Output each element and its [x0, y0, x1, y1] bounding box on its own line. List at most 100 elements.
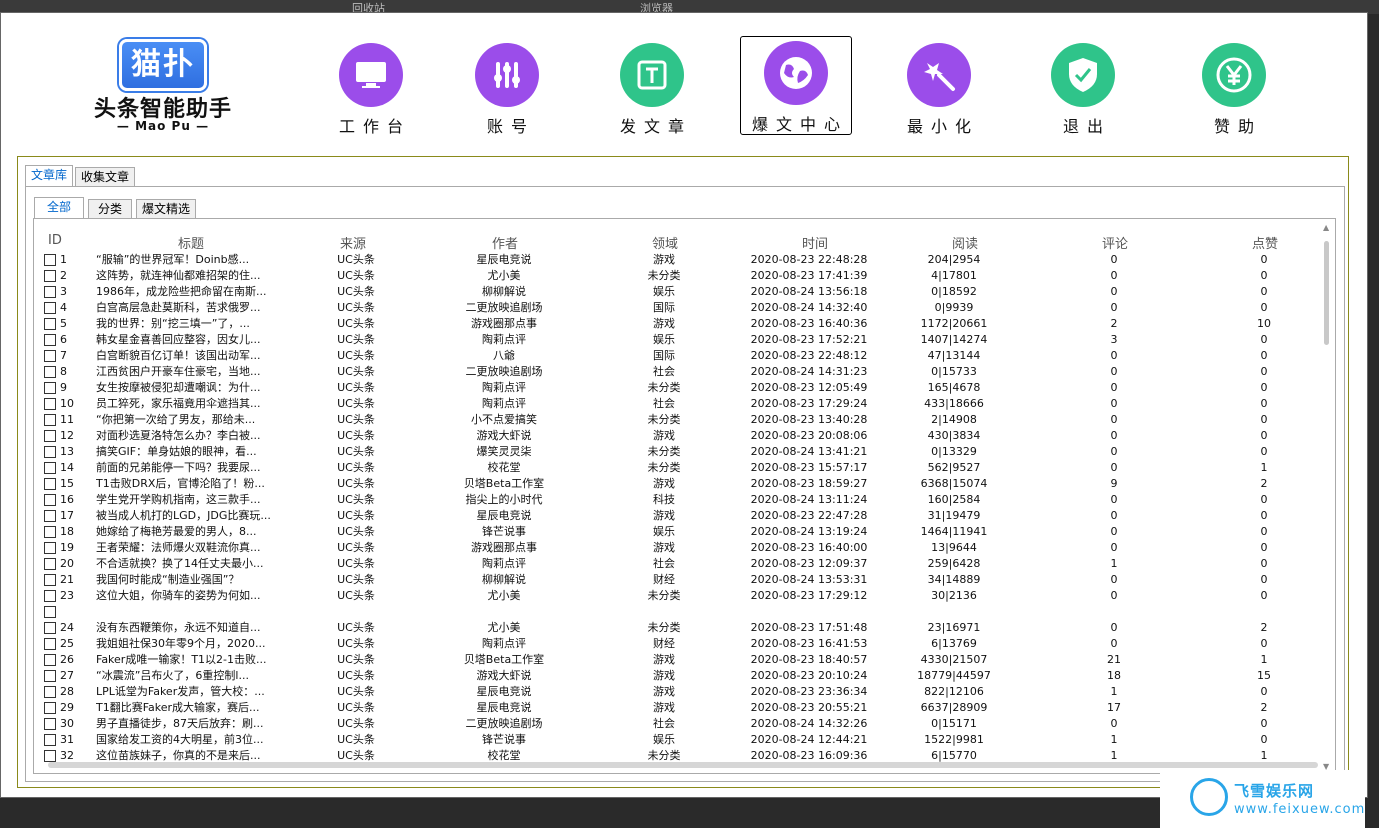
table-row[interactable]: 10 员工猝死，家乐福竟用伞遮挡其... UC头条 陶莉点评 社会 2020-08-23 … — [34, 396, 1334, 412]
yen-coin-icon — [1202, 43, 1266, 107]
table-row[interactable]: 9 女生按摩被侵犯却遭嘲讽：为什... UC头条 陶莉点评 未分类 2020-08-23 … — [34, 380, 1334, 396]
row-checkbox[interactable] — [44, 478, 56, 490]
row-checkbox[interactable] — [44, 270, 56, 282]
row-checkbox[interactable] — [44, 334, 56, 346]
table-row[interactable]: 6 韩女星金喜善回应整容，因女儿... UC头条 陶莉点评 娱乐 2020-08-23 1… — [34, 332, 1334, 348]
column-header[interactable]: 时间 — [802, 233, 828, 252]
cell-field: 财经 — [653, 637, 675, 650]
row-checkbox[interactable] — [44, 254, 56, 266]
column-header[interactable]: 作者 — [492, 233, 518, 252]
nav-minimize-button[interactable]: 最小化 — [884, 39, 994, 136]
row-checkbox[interactable] — [44, 382, 56, 394]
cell-reads: 0|15733 — [931, 365, 977, 378]
table-row[interactable]: 27 “冰震流”吕布火了，6重控制l... UC头条 游戏大虾说 游戏 2020-08-2… — [34, 668, 1334, 684]
nav-sponsor-button[interactable]: 赞助 — [1179, 39, 1289, 136]
row-checkbox[interactable] — [44, 702, 56, 714]
row-checkbox[interactable] — [44, 686, 56, 698]
row-checkbox[interactable] — [44, 654, 56, 666]
nav-exit-button[interactable]: 退出 — [1028, 39, 1138, 136]
row-checkbox[interactable] — [44, 558, 56, 570]
row-checkbox[interactable] — [44, 366, 56, 378]
scroll-up-icon[interactable]: ▲ — [1323, 223, 1329, 232]
table-row[interactable]: 7 白宫断貌百亿订单！该国出动军... UC头条 八爺 国际 2020-08-23 22:… — [34, 348, 1334, 364]
table-row[interactable]: 21 我国何时能成“制造业强国”？ UC头条 柳柳解说 财经 2020-08-24 13:… — [34, 572, 1334, 588]
table-row[interactable]: 4 白宫高层急赴莫斯科，苦求俄罗... UC头条 二更放映追剧场 国际 2020-08-2… — [34, 300, 1334, 316]
row-checkbox[interactable] — [44, 414, 56, 426]
table-row[interactable]: 11 “你把第一次给了男友，那给未... UC头条 小不点爱搞笑 未分类 2020-08-… — [34, 412, 1334, 428]
table-row[interactable] — [34, 604, 1334, 620]
table-row[interactable]: 28 LPL诋堂为Faker发声，管大校：... UC头条 星辰电竞说 游戏 2020-0… — [34, 684, 1334, 700]
column-header[interactable]: 点赞 — [1252, 233, 1278, 252]
table-row[interactable]: 17 被当成人机打的LGD，JDG比赛玩... UC头条 星辰电竞说 游戏 2020-08… — [34, 508, 1334, 524]
table-row[interactable]: 15 T1击败DRX后，官博沦陷了！粉... UC头条 贝塔Beta工作室 游戏 2020… — [34, 476, 1334, 492]
row-checkbox[interactable] — [44, 734, 56, 746]
row-checkbox[interactable] — [44, 590, 56, 602]
table-row[interactable]: 2 这阵势，就连神仙都难招架的住... UC头条 尤小美 未分类 2020-08-23 1… — [34, 268, 1334, 284]
table-row[interactable]: 26 Faker成唯一输家！T1以2-1击败... UC头条 贝塔Beta工作室 游戏 2… — [34, 652, 1334, 668]
tab-collect-articles[interactable]: 收集文章 — [75, 167, 136, 186]
table-row[interactable]: 24 没有东西鞭策你，永远不知道自... UC头条 尤小美 未分类 2020-08-23 … — [34, 620, 1334, 636]
row-checkbox[interactable] — [44, 446, 56, 458]
table-row[interactable]: 30 男子直播徒步，87天后放弃：刷... UC头条 二更放映追剧场 社会 2020-08… — [34, 716, 1334, 732]
column-header[interactable]: 标题 — [178, 233, 204, 252]
cell-author: 星辰电竞说 — [476, 253, 532, 266]
tab-category[interactable]: 分类 — [88, 199, 133, 218]
row-checkbox[interactable] — [44, 462, 56, 474]
row-checkbox[interactable] — [44, 510, 56, 522]
row-checkbox[interactable] — [44, 542, 56, 554]
cell-title: 江西贫困户开豪车住豪宅，当地... — [96, 365, 261, 378]
row-checkbox[interactable] — [44, 718, 56, 730]
table-row[interactable]: 18 她嫁给了梅艳芳最爱的男人，8... UC头条 锋芒说事 娱乐 2020-08-24 … — [34, 524, 1334, 540]
cell-author: 指尖上的小时代 — [465, 493, 543, 506]
cell-id: 25 — [60, 637, 74, 650]
cell-reads: 822|12106 — [924, 685, 984, 698]
table-row[interactable]: 3 1986年，成龙险些把命留在南斯... UC头条 柳柳解说 娱乐 2020-08-24… — [34, 284, 1334, 300]
table-row[interactable]: 12 对面秒选夏洛特怎么办？李白被... UC头条 游戏大虾说 游戏 2020-08-23… — [34, 428, 1334, 444]
row-checkbox[interactable] — [44, 606, 56, 618]
vertical-scrollbar[interactable]: ▲ ▼ — [1323, 223, 1331, 771]
cell-likes: 1 — [1260, 461, 1268, 474]
row-checkbox[interactable] — [44, 574, 56, 586]
table-row[interactable]: 13 搞笑GIF：单身姑娘的眼神，看... UC头条 爆笑灵灵柒 未分类 2020-08-… — [34, 444, 1334, 460]
column-header[interactable]: 评论 — [1102, 233, 1128, 252]
table-row[interactable]: 14 前面的兄弟能停一下吗？我要尿... UC头条 校花堂 未分类 2020-08-23 … — [34, 460, 1334, 476]
table-row[interactable]: 20 不合适就换？换了14任丈夫最小... UC头条 陶莉点评 社会 2020-08-23… — [34, 556, 1334, 572]
nav-publish-button[interactable]: 发文章 — [597, 39, 707, 136]
tab-viral-picks[interactable]: 爆文精选 — [136, 199, 197, 218]
table-row[interactable]: 1 “服输”的世界冠军！Doinb感... UC头条 星辰电竞说 游戏 2020-08-2… — [34, 252, 1334, 268]
cell-title: “服输”的世界冠军！Doinb感... — [96, 253, 250, 266]
row-checkbox[interactable] — [44, 622, 56, 634]
cell-comments: 0 — [1110, 365, 1118, 378]
table-row[interactable]: 8 江西贫困户开豪车住豪宅，当地... UC头条 二更放映追剧场 社会 2020-08-2… — [34, 364, 1334, 380]
horizontal-scrollbar[interactable] — [42, 761, 1330, 769]
scroll-thumb[interactable] — [1324, 241, 1329, 345]
tab-article-library[interactable]: 文章库 — [25, 165, 74, 186]
row-checkbox[interactable] — [44, 494, 56, 506]
row-checkbox[interactable] — [44, 398, 56, 410]
table-row[interactable]: 5 我的世界：别“挖三填一”了，... UC头条 游戏圈那点事 游戏 2020-08-23… — [34, 316, 1334, 332]
row-checkbox[interactable] — [44, 318, 56, 330]
table-row[interactable]: 25 我姐姐社保30年零9个月，2020... UC头条 陶莉点评 财经 2020-08-… — [34, 636, 1334, 652]
column-header[interactable]: ID — [48, 233, 62, 248]
row-checkbox[interactable] — [44, 302, 56, 314]
row-checkbox[interactable] — [44, 670, 56, 682]
row-checkbox[interactable] — [44, 286, 56, 298]
nav-account-button[interactable]: 账号 — [452, 39, 562, 136]
nav-viral-center-button[interactable]: 爆文中心 — [740, 36, 852, 135]
column-header[interactable]: 阅读 — [952, 233, 978, 252]
nav-workbench-button[interactable]: 工作台 — [316, 39, 426, 136]
column-header[interactable]: 来源 — [340, 233, 366, 252]
tab-all[interactable]: 全部 — [34, 197, 85, 218]
table-row[interactable]: 29 T1翻比赛Faker成大输家，赛后... UC头条 星辰电竞说 游戏 2020-08… — [34, 700, 1334, 716]
row-checkbox[interactable] — [44, 430, 56, 442]
row-checkbox[interactable] — [44, 350, 56, 362]
row-checkbox[interactable] — [44, 526, 56, 538]
scroll-thumb[interactable] — [48, 762, 1318, 768]
table-row[interactable]: 19 王者荣耀：法师爆火双鞋流你真... UC头条 游戏圈那点事 游戏 2020-08-2… — [34, 540, 1334, 556]
table-row[interactable]: 16 学生党开学购机指南，这三款手... UC头条 指尖上的小时代 科技 2020-08-… — [34, 492, 1334, 508]
cell-title: 王者荣耀：法师爆火双鞋流你真... — [96, 541, 261, 554]
table-row[interactable]: 31 国家给发工资的4大明星，前3位... UC头条 锋芒说事 娱乐 2020-08-24… — [34, 732, 1334, 748]
column-header[interactable]: 领域 — [652, 233, 678, 252]
table-row[interactable]: 23 这位大姐，你骑车的姿势为何如... UC头条 尤小美 未分类 2020-08-23 … — [34, 588, 1334, 604]
row-checkbox[interactable] — [44, 638, 56, 650]
